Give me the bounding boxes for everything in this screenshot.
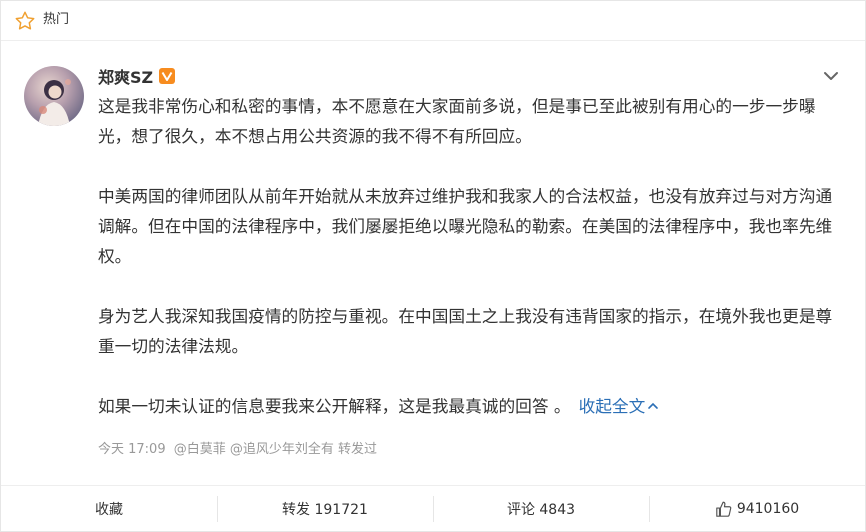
chevron-down-icon[interactable]	[820, 65, 842, 87]
like-count: 9410160	[736, 501, 800, 517]
chevron-up-icon	[648, 402, 659, 409]
comment-label: 评论 4843	[506, 502, 576, 518]
post-paragraph: 这是我非常伤心和私密的事情，本不愿意在大家面前多说，但是事已至此被别有用心的一步…	[98, 96, 816, 146]
thumbs-up-icon	[716, 501, 732, 517]
author-name[interactable]: 郑爽SZ	[98, 64, 153, 88]
repost-label: 转发 191721	[282, 502, 368, 518]
v-verified-badge-icon	[159, 68, 176, 84]
avatar[interactable]	[24, 66, 84, 126]
post-content: 这是我非常伤心和私密的事情，本不愿意在大家面前多说，但是事已至此被别有用心的一步…	[98, 91, 838, 421]
favorite-label: 收藏	[95, 502, 123, 518]
post-paragraph-text: 如果一切未认证的信息要我来公开解释，这是我最真诚的回答 。	[98, 396, 571, 416]
top-bar: 热门	[1, 1, 865, 41]
post-time[interactable]: 今天 17:09	[98, 442, 166, 457]
like-button[interactable]: 9410160	[649, 486, 865, 531]
favorite-button[interactable]: 收藏	[1, 486, 217, 531]
repost-source[interactable]: @白莫菲 @追风少年刘全有 转发过	[174, 442, 377, 457]
weibo-card: 热门 郑爽SZ 这是我非常伤心和私密的事情，本不愿意在大家面前多说，但是事已至此…	[0, 0, 866, 532]
post-paragraph: 身为艺人我深知我国疫情的防控与重视。在中国国土之上我没有违背国家的指示，在境外我…	[98, 306, 833, 356]
post-paragraph-last: 如果一切未认证的信息要我来公开解释，这是我最真诚的回答 。收起全文	[98, 391, 838, 421]
post-meta: 今天 17:09 @白莫菲 @追风少年刘全有 转发过	[98, 441, 377, 459]
author-row: 郑爽SZ	[98, 64, 176, 88]
action-bar: 收藏 转发 191721 评论 4843 9410160	[1, 485, 865, 531]
collapse-full-text-link[interactable]: 收起全文	[579, 396, 660, 416]
star-outline-icon	[15, 11, 35, 30]
post-paragraph: 中美两国的律师团队从前年开始就从未放弃过维护我和我家人的合法权益，也没有放弃过与…	[98, 186, 833, 266]
collapse-label[interactable]: 收起全文	[579, 396, 646, 416]
section-title: 热门	[43, 12, 70, 27]
comment-button[interactable]: 评论 4843	[433, 486, 649, 531]
repost-button[interactable]: 转发 191721	[217, 486, 433, 531]
